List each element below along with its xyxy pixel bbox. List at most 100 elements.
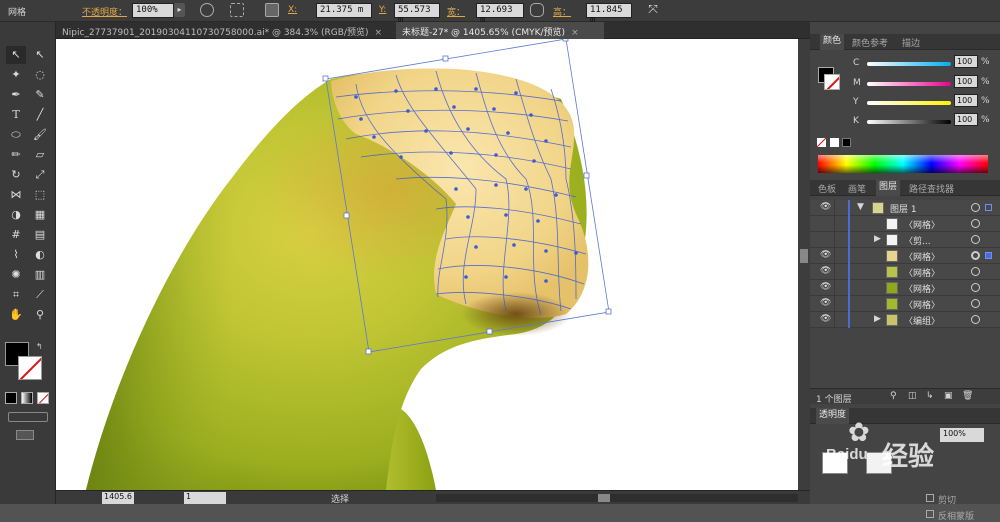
y-field[interactable]: 55.573 m — [394, 3, 440, 25]
target-icon[interactable] — [971, 299, 980, 308]
recolor-icon[interactable] — [200, 3, 214, 17]
vertical-scrollbar[interactable] — [798, 39, 810, 490]
color-spectrum[interactable] — [818, 155, 988, 173]
tab-color-guide[interactable]: 颜色参考 — [852, 36, 888, 49]
type-tool-icon[interactable]: T — [6, 106, 26, 124]
visibility-eye-icon[interactable]: 👁 — [820, 266, 831, 276]
transform-icon[interactable]: ⤧ — [646, 3, 660, 17]
ellipse-tool-icon[interactable]: ⬭ — [6, 126, 26, 144]
eraser-tool-icon[interactable]: ▱ — [30, 146, 50, 164]
layer-name[interactable]: 〈网格〉 — [904, 266, 940, 279]
scale-tool-icon[interactable]: ⤢ — [30, 166, 50, 184]
layer-row-mesh[interactable]: 〈网格〉 — [810, 216, 1000, 232]
channel-y-value[interactable]: 100 — [954, 94, 978, 107]
selection-tool-icon[interactable]: ↖ — [6, 46, 26, 64]
tab-nipic-document[interactable]: Nipic_27737901_20190304110730758000.ai* … — [56, 22, 396, 39]
layer-name[interactable]: 〈网格〉 — [904, 250, 940, 263]
blend-tool-icon[interactable]: ◐ — [30, 246, 50, 264]
target-icon[interactable] — [971, 315, 980, 324]
direct-selection-tool-icon[interactable]: ↖ — [30, 46, 50, 64]
column-graph-tool-icon[interactable]: ▥ — [30, 266, 50, 284]
tab-pathfinder[interactable]: 路径查找器 — [909, 182, 954, 195]
close-icon[interactable]: × — [571, 28, 579, 38]
target-icon[interactable] — [971, 235, 980, 244]
zoom-field[interactable]: 1405.6 — [102, 492, 134, 504]
target-icon[interactable] — [971, 219, 980, 228]
free-transform-tool-icon[interactable]: ⬚ — [30, 186, 50, 204]
mesh-tool-icon[interactable]: # — [6, 226, 26, 244]
target-icon[interactable] — [971, 283, 980, 292]
target-icon[interactable] — [971, 267, 980, 276]
hand-tool-icon[interactable]: ✋ — [6, 306, 26, 324]
channel-y-slider[interactable] — [867, 101, 951, 105]
artwork[interactable] — [56, 39, 798, 490]
layer-row-clip[interactable]: ▶ 〈剪... — [810, 232, 1000, 248]
tab-color[interactable]: 颜色 — [820, 34, 845, 50]
symbol-sprayer-tool-icon[interactable]: ✺ — [6, 266, 26, 284]
artboard-tool-icon[interactable]: ⌗ — [6, 286, 26, 304]
delete-layer-icon[interactable]: 🗑 — [962, 391, 973, 401]
scroll-thumb[interactable] — [598, 494, 610, 502]
channel-k-slider[interactable] — [867, 120, 951, 124]
reference-point-icon[interactable] — [265, 3, 279, 17]
expand-arrow-icon[interactable]: ▼ — [857, 202, 864, 212]
tab-swatches[interactable]: 色板 — [818, 182, 836, 195]
visibility-eye-icon[interactable]: 👁 — [820, 250, 831, 260]
layer-row-mesh[interactable]: 👁 〈网格〉 — [810, 296, 1000, 312]
opacity-label[interactable]: 不透明度： — [82, 5, 127, 18]
swap-colors-icon[interactable]: ↰ — [36, 342, 43, 351]
clip-checkbox[interactable] — [926, 494, 934, 502]
tab-layers[interactable]: 图层 — [876, 180, 901, 196]
tab-stroke[interactable]: 描边 — [902, 36, 920, 49]
page-field[interactable]: 1 — [184, 492, 226, 504]
layer-row-mesh[interactable]: 👁 〈网格〉 — [810, 248, 1000, 264]
visibility-eye-icon[interactable]: 👁 — [820, 202, 831, 212]
stroke-swatch[interactable] — [18, 356, 42, 380]
new-sublayer-icon[interactable]: ↳ — [926, 391, 934, 401]
height-field[interactable]: 11.845 m — [586, 3, 632, 25]
make-clipping-mask-icon[interactable]: ◫ — [908, 391, 917, 401]
layer-row-group[interactable]: 👁 ▶ 〈编组〉 — [810, 312, 1000, 328]
slice-tool-icon[interactable]: ⟋ — [30, 286, 50, 304]
eyedropper-tool-icon[interactable]: ⌇ — [6, 246, 26, 264]
magic-wand-tool-icon[interactable]: ✦ — [6, 66, 26, 84]
horizontal-scrollbar[interactable] — [436, 494, 798, 502]
new-layer-icon[interactable]: ▣ — [944, 391, 953, 401]
width-tool-icon[interactable]: ⋈ — [6, 186, 26, 204]
layer-name[interactable]: 〈网格〉 — [904, 298, 940, 311]
visibility-eye-icon[interactable]: 👁 — [820, 314, 831, 324]
black-swatch[interactable] — [842, 138, 851, 147]
width-field[interactable]: 12.693 m — [476, 3, 524, 25]
locate-object-icon[interactable]: ⚲ — [890, 391, 897, 401]
panel-stroke-swatch[interactable] — [824, 74, 840, 90]
none-mode-button[interactable] — [37, 392, 49, 404]
none-swatch[interactable] — [817, 138, 826, 147]
shape-builder-tool-icon[interactable]: ◑ — [6, 206, 26, 224]
link-proportions-icon[interactable] — [530, 3, 544, 17]
scroll-thumb[interactable] — [800, 249, 808, 263]
layer-row-mesh[interactable]: 👁 〈网格〉 — [810, 264, 1000, 280]
visibility-eye-icon[interactable]: 👁 — [820, 282, 831, 292]
opacity-field[interactable]: 100% — [132, 3, 174, 18]
invert-mask-checkbox[interactable] — [926, 510, 934, 518]
line-tool-icon[interactable]: ╱ — [30, 106, 50, 124]
channel-k-value[interactable]: 100 — [954, 113, 978, 126]
pencil-tool-icon[interactable]: ✏ — [6, 146, 26, 164]
expand-arrow-icon[interactable]: ▶ — [874, 234, 881, 244]
gradient-tool-icon[interactable]: ▤ — [30, 226, 50, 244]
tab-brushes[interactable]: 画笔 — [848, 182, 866, 195]
layer-name[interactable]: 图层 1 — [890, 202, 917, 215]
layer-name[interactable]: 〈网格〉 — [904, 282, 940, 295]
layer-row-mesh[interactable]: 👁 〈网格〉 — [810, 280, 1000, 296]
target-icon[interactable] — [971, 203, 980, 212]
rotate-tool-icon[interactable]: ↻ — [6, 166, 26, 184]
paintbrush-tool-icon[interactable]: 🖌 — [30, 126, 50, 144]
close-icon[interactable]: × — [374, 28, 382, 38]
layer-row-layer-1[interactable]: 👁 ▼ 图层 1 — [810, 200, 1000, 216]
gradient-mode-button[interactable] — [21, 392, 33, 404]
channel-c-value[interactable]: 100 — [954, 55, 978, 68]
white-swatch[interactable] — [830, 138, 839, 147]
channel-m-value[interactable]: 100 — [954, 75, 978, 88]
lasso-tool-icon[interactable]: ◌ — [30, 66, 50, 84]
perspective-grid-tool-icon[interactable]: ▦ — [30, 206, 50, 224]
